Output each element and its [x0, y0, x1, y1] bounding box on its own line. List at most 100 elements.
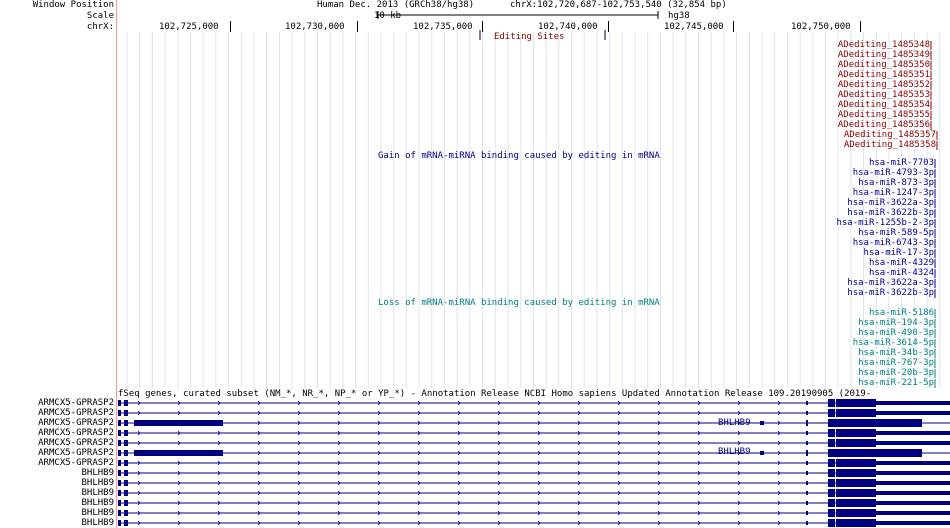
- gene-exon: [118, 520, 121, 526]
- loss-mirna-item[interactable]: hsa-miR-34b-3p: [858, 348, 934, 358]
- gene-exon: [118, 430, 121, 436]
- gene-exon: [124, 460, 128, 466]
- editing-site-item[interactable]: ADediting_1485358: [844, 140, 936, 150]
- gain-track-title[interactable]: Gain of mRNA-miRNA binding caused by edi…: [378, 151, 660, 161]
- loss-mirna-item[interactable]: hsa-miR-20b-3p: [858, 368, 934, 378]
- gene-row-label[interactable]: ARMCX5-GPRASP2: [38, 408, 114, 418]
- gene-row-label[interactable]: ARMCX5-GPRASP2: [38, 458, 114, 468]
- gene-row-label[interactable]: BHLHB9: [81, 518, 114, 528]
- gene-exon: [836, 459, 876, 467]
- gain-mirna-item[interactable]: hsa-miR-3622a-3p: [847, 278, 934, 288]
- editing-site-item[interactable]: ADediting_1485357: [844, 130, 936, 140]
- loss-mirna-item[interactable]: hsa-miR-3614-5p: [853, 338, 934, 348]
- gain-mirna-item[interactable]: hsa-miR-4324: [869, 268, 934, 278]
- gene-exon: [828, 439, 835, 447]
- gain-mirna-item[interactable]: hsa-miR-873-3p: [858, 178, 934, 188]
- ruler-tick-label: 102,740,000: [538, 22, 598, 32]
- scale-label: Scale: [86, 11, 114, 21]
- assembly-text: Human Dec. 2013 (GRCh38/hg38): [317, 0, 475, 10]
- gene-exon: [118, 510, 121, 516]
- gene-exon: [828, 459, 835, 467]
- editing-site-item[interactable]: ADediting_1485353: [838, 90, 930, 100]
- gene-exon: [828, 489, 835, 497]
- editing-track-title[interactable]: Editing Sites: [494, 32, 564, 42]
- gene-exon: [806, 431, 808, 435]
- loss-mirna-item[interactable]: hsa-miR-221-5p: [858, 378, 934, 388]
- gene-exon: [118, 440, 121, 446]
- editing-site-item[interactable]: ADediting_1485349: [838, 50, 930, 60]
- gene-exon: [828, 479, 835, 487]
- gene-exon: [836, 469, 876, 477]
- editing-site-item[interactable]: ADediting_1485355: [838, 110, 930, 120]
- gene-row-label[interactable]: ARMCX5-GPRASP2: [38, 398, 114, 408]
- gene-inline-label[interactable]: BHLHB9: [718, 447, 751, 457]
- gain-mirna-item[interactable]: hsa-miR-7703: [869, 158, 934, 168]
- gene-exon: [806, 501, 808, 505]
- gene-exon: [124, 500, 128, 506]
- gene-row-label[interactable]: BHLHB9: [81, 508, 114, 518]
- gene-exon: [828, 449, 922, 457]
- loss-mirna-item[interactable]: hsa-miR-490-3p: [858, 328, 934, 338]
- gene-exon: [806, 481, 808, 485]
- gene-exon: [760, 451, 764, 455]
- gene-exon: [118, 460, 121, 466]
- editing-site-item[interactable]: ADediting_1485352: [838, 80, 930, 90]
- gene-row-label[interactable]: BHLHB9: [81, 488, 114, 498]
- gene-exon: [836, 479, 876, 487]
- editing-site-item[interactable]: ADediting_1485351: [838, 70, 930, 80]
- editing-site-item[interactable]: ADediting_1485356: [838, 120, 930, 130]
- gene-exon: [828, 519, 835, 527]
- gene-exon: [836, 429, 876, 437]
- gene-exon: [836, 509, 876, 517]
- genes-track-title[interactable]: fSeq genes, curated subset (NM_*, NR_*, …: [118, 389, 871, 399]
- gene-row-label[interactable]: ARMCX5-GPRASP2: [38, 438, 114, 448]
- ruler-tick-label: 102,745,000: [664, 22, 724, 32]
- loss-mirna-item[interactable]: hsa-miR-5186: [869, 308, 934, 318]
- gene-row-label[interactable]: BHLHB9: [81, 478, 114, 488]
- ruler-tick-label: 102,725,000: [159, 22, 219, 32]
- gene-row-label[interactable]: ARMCX5-GPRASP2: [38, 428, 114, 438]
- gene-utr: [876, 471, 950, 475]
- gene-exon: [124, 520, 128, 526]
- gene-exon: [828, 399, 835, 407]
- gene-exon: [118, 400, 121, 406]
- gene-row-label[interactable]: ARMCX5-GPRASP2: [38, 448, 114, 458]
- gene-exon: [118, 490, 121, 496]
- gain-mirna-item[interactable]: hsa-miR-4329: [869, 258, 934, 268]
- gain-mirna-item[interactable]: hsa-miR-3622b-3p: [847, 288, 934, 298]
- gene-row-label[interactable]: BHLHB9: [81, 498, 114, 508]
- gene-utr: [876, 521, 950, 525]
- loss-track-title[interactable]: Loss of mRNA-miRNA binding caused by edi…: [378, 298, 660, 308]
- gene-exon: [124, 510, 128, 516]
- gene-exon: [806, 491, 808, 495]
- gain-mirna-item[interactable]: hsa-miR-17-3p: [864, 248, 934, 258]
- gene-exon: [836, 499, 876, 507]
- editing-site-item[interactable]: ADediting_1485350: [838, 60, 930, 70]
- gene-exon: [124, 410, 128, 416]
- gain-mirna-item[interactable]: hsa-miR-3622b-3p: [847, 208, 934, 218]
- loss-mirna-item[interactable]: hsa-miR-194-3p: [858, 318, 934, 328]
- editing-site-item[interactable]: ADediting_1485354: [838, 100, 930, 110]
- gene-exon: [134, 420, 223, 426]
- editing-site-item[interactable]: ADediting_1485348: [838, 40, 930, 50]
- gene-row-label[interactable]: ARMCX5-GPRASP2: [38, 418, 114, 428]
- gene-exon: [836, 439, 876, 447]
- gain-mirna-item[interactable]: hsa-miR-1255b-2-3p: [836, 218, 934, 228]
- gene-exon: [124, 480, 128, 486]
- gene-inline-label[interactable]: BHLHB9: [718, 418, 751, 428]
- gain-mirna-item[interactable]: hsa-miR-1247-3p: [853, 188, 934, 198]
- gene-utr: [876, 491, 950, 495]
- gain-mirna-item[interactable]: hsa-miR-4793-3p: [853, 168, 934, 178]
- loss-mirna-item[interactable]: hsa-miR-767-3p: [858, 358, 934, 368]
- gene-exon: [124, 490, 128, 496]
- ruler-tick-label: 102,735,000: [413, 22, 473, 32]
- gene-exon: [124, 450, 128, 456]
- gene-row-label[interactable]: BHLHB9: [81, 468, 114, 478]
- window-position-label: Window Position: [32, 0, 114, 10]
- gene-exon: [124, 440, 128, 446]
- gain-mirna-item[interactable]: hsa-miR-589-5p: [858, 228, 934, 238]
- gene-exon: [806, 450, 808, 456]
- gene-exon: [124, 430, 128, 436]
- gain-mirna-item[interactable]: hsa-miR-6743-3p: [853, 238, 934, 248]
- gain-mirna-item[interactable]: hsa-miR-3622a-3p: [847, 198, 934, 208]
